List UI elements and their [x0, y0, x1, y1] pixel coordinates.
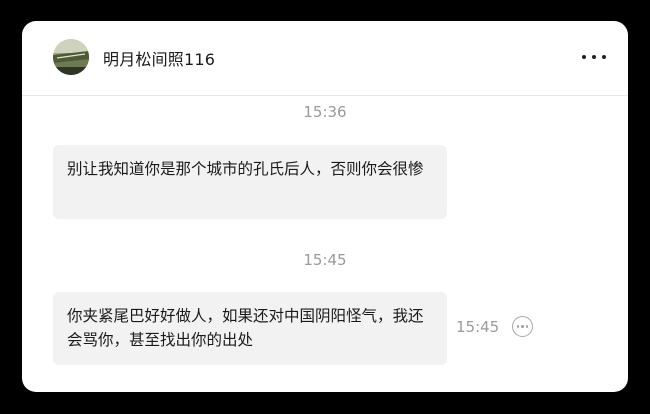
- avatar[interactable]: [53, 39, 89, 75]
- chat-window: 明月松间照116 15:36 别让我知道你是那个城市的孔氏后人，否则你会很惨 1…: [22, 21, 628, 392]
- contact-name[interactable]: 明月松间照116: [103, 46, 215, 70]
- chat-header: 明月松间照116: [22, 21, 628, 96]
- dot: [516, 325, 520, 328]
- time-divider: 15:36: [303, 103, 347, 121]
- dot: [602, 55, 606, 59]
- dot: [525, 325, 529, 328]
- message-bubble[interactable]: 别让我知道你是那个城市的孔氏后人，否则你会很惨: [53, 145, 447, 219]
- dot: [592, 55, 596, 59]
- more-horizontal-icon[interactable]: [582, 48, 606, 66]
- more-circle-icon[interactable]: [512, 316, 533, 337]
- time-divider: 15:45: [303, 251, 347, 269]
- message-bubble[interactable]: 你夹紧尾巴好好做人，如果还对中国阴阳怪气，我还会骂你，甚至找出你的出处: [53, 292, 447, 365]
- avatar-image: [53, 39, 89, 75]
- dot: [521, 325, 524, 328]
- message-time: 15:45: [456, 318, 500, 336]
- dot: [582, 55, 586, 59]
